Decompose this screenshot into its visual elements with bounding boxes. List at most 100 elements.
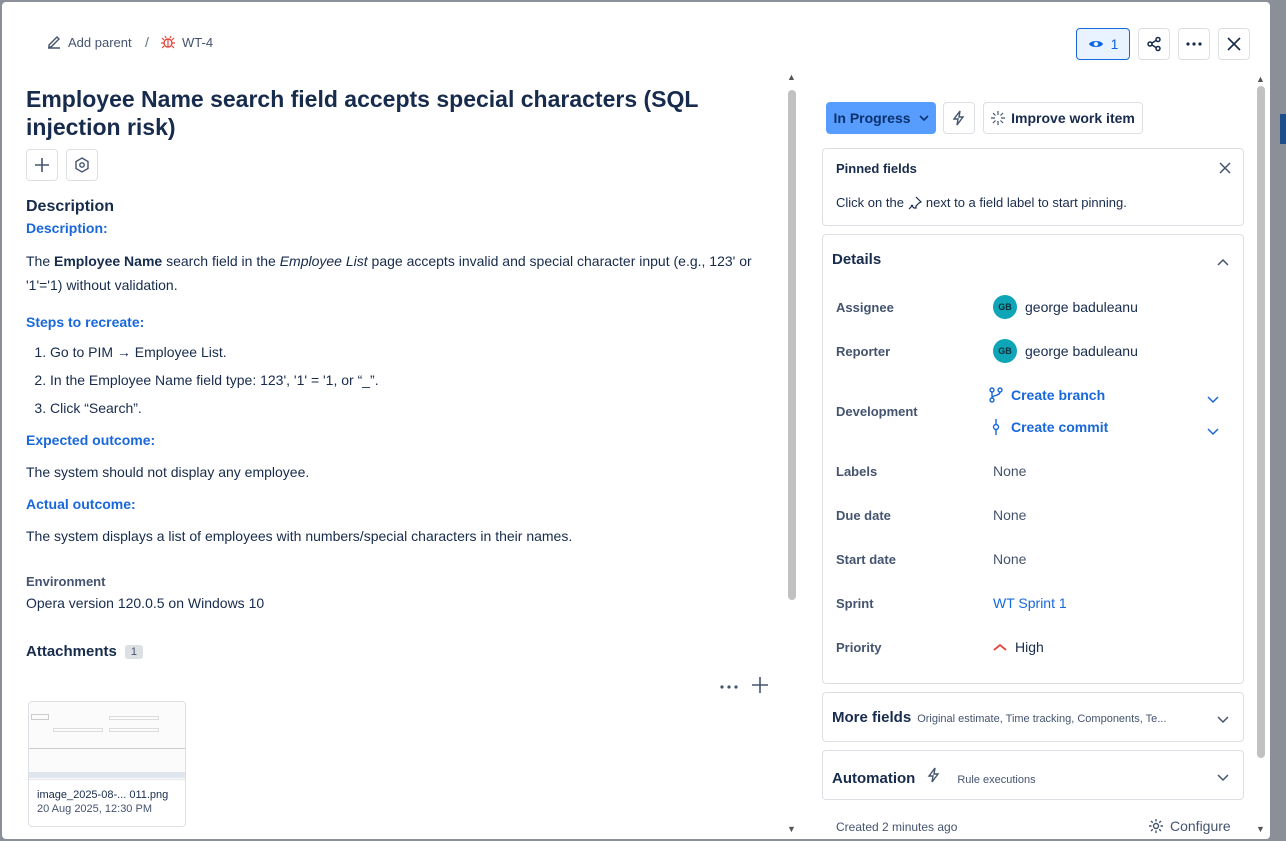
status-dropdown[interactable]: In Progress: [826, 102, 936, 134]
description-text: The Employee Name search field in the Em…: [26, 253, 752, 293]
more-fields-title: More fields Original estimate, Time trac…: [832, 709, 1167, 726]
commit-dropdown[interactable]: [1207, 423, 1219, 441]
scroll-up-arrow[interactable]: ▲: [787, 72, 796, 82]
reporter-label: Reporter: [836, 344, 891, 359]
attachments-more-button[interactable]: [720, 676, 738, 694]
apps-button[interactable]: [66, 149, 98, 181]
attachments-count: 1: [124, 644, 143, 659]
add-parent-label: Add parent: [68, 34, 132, 50]
improve-label: Improve work item: [1011, 110, 1135, 126]
attachments-label: Attachments: [26, 643, 117, 660]
environment-label: Environment: [26, 574, 106, 589]
issue-modal: Add parent / WT-4 1 Employee Name search…: [2, 2, 1270, 839]
automation-title: Automation Rule executions: [832, 767, 1036, 787]
actual-text: The system displays a list of employees …: [26, 528, 573, 544]
create-branch-link[interactable]: Create branch: [989, 387, 1105, 403]
step-item: Click “Search”.: [50, 394, 786, 422]
create-commit-link[interactable]: Create commit: [989, 419, 1108, 435]
chevron-down-icon: [1217, 774, 1229, 782]
pinned-close-button[interactable]: [1219, 161, 1231, 179]
steps-label: Steps to recreate:: [26, 314, 145, 330]
attachment-thumbnail: [29, 702, 185, 780]
pinned-hint: Click on the next to a field label to st…: [836, 195, 1127, 210]
breadcrumb-separator: /: [145, 34, 149, 50]
edit-icon: [48, 36, 60, 49]
more-icon: [1186, 42, 1202, 46]
attachments-add-button[interactable]: [752, 677, 768, 698]
watch-button[interactable]: 1: [1076, 28, 1130, 60]
more-fields-panel[interactable]: More fields Original estimate, Time trac…: [822, 692, 1244, 742]
steps-list: Go to PIM → Employee List. In the Employ…: [26, 338, 786, 422]
gear-icon: [1149, 819, 1163, 833]
priority-label: Priority: [836, 640, 882, 655]
add-parent-link[interactable]: Add parent: [46, 34, 132, 50]
actual-label: Actual outcome:: [26, 496, 136, 512]
details-panel: Details Assignee GB george baduleanu Rep…: [822, 234, 1244, 684]
commit-icon: [992, 419, 1000, 435]
pin-icon: [908, 196, 922, 209]
lightning-icon: [927, 767, 940, 783]
pinned-fields-panel: Pinned fields Click on the next to a fie…: [822, 148, 1244, 226]
share-button[interactable]: [1138, 28, 1170, 60]
plus-icon: [752, 677, 768, 693]
branch-icon: [989, 387, 1003, 403]
bug-icon: [161, 35, 175, 49]
description-heading: Description: [26, 198, 115, 215]
automation-panel[interactable]: Automation Rule executions: [822, 750, 1244, 800]
scroll-down-arrow[interactable]: ▼: [787, 824, 796, 834]
priority-high-icon: [993, 643, 1007, 651]
more-fields-expand[interactable]: [1217, 711, 1229, 729]
more-icon: [720, 685, 738, 689]
watch-count: 1: [1110, 36, 1119, 52]
assignee-value[interactable]: GB george baduleanu: [993, 295, 1138, 319]
issue-title[interactable]: Employee Name search field accepts speci…: [26, 85, 726, 141]
expected-text: The system should not display any employ…: [26, 464, 310, 480]
modal-header: Add parent / WT-4 1: [2, 2, 1270, 82]
chevron-down-icon: [1217, 716, 1229, 724]
attachment-filename: image_2025-08-... 011.png: [37, 789, 169, 801]
more-fields-summary: Original estimate, Time tracking, Compon…: [917, 713, 1167, 725]
close-icon: [1227, 37, 1241, 51]
automation-expand[interactable]: [1217, 769, 1229, 787]
avatar: GB: [993, 339, 1017, 363]
issue-key-link[interactable]: WT-4: [160, 34, 213, 50]
chevron-down-icon: [1207, 396, 1219, 404]
pinned-title: Pinned fields: [836, 161, 917, 176]
description-label: Description:: [26, 220, 108, 236]
lightning-icon: [953, 110, 965, 126]
details-title[interactable]: Details: [832, 251, 881, 268]
start-date-label: Start date: [836, 552, 896, 567]
due-date-label: Due date: [836, 508, 891, 523]
attachments-heading: Attachments 1: [26, 643, 786, 660]
priority-value[interactable]: High: [993, 639, 1044, 655]
attachment-card[interactable]: image_2025-08-... 011.png 20 Aug 2025, 1…: [28, 701, 186, 827]
chevron-down-icon: [918, 115, 929, 121]
description-body[interactable]: Description: The Employee Name search fi…: [26, 220, 786, 548]
sprint-label: Sprint: [836, 596, 874, 611]
automation-summary: Rule executions: [957, 774, 1036, 786]
hexagon-settings-icon: [75, 157, 89, 173]
status-label: In Progress: [833, 110, 911, 126]
more-actions-button[interactable]: [1178, 28, 1210, 60]
sparkle-icon: [991, 111, 1006, 125]
automation-button[interactable]: [943, 102, 975, 134]
chevron-up-icon: [1217, 258, 1229, 266]
plus-icon: [35, 158, 49, 172]
labels-label: Labels: [836, 464, 878, 479]
reporter-value[interactable]: GB george baduleanu: [993, 339, 1138, 363]
labels-value[interactable]: None: [993, 463, 1026, 479]
environment-value[interactable]: Opera version 120.0.5 on Windows 10: [26, 591, 786, 615]
sidebar-scrollbar[interactable]: ▲ ▼: [1254, 72, 1270, 839]
content-scrollbar[interactable]: [788, 90, 796, 600]
configure-button[interactable]: Configure: [1148, 818, 1231, 834]
due-date-value[interactable]: None: [993, 507, 1026, 523]
start-date-value[interactable]: None: [993, 551, 1026, 567]
add-button[interactable]: [26, 149, 58, 181]
branch-dropdown[interactable]: [1207, 391, 1219, 409]
close-button[interactable]: [1218, 28, 1250, 60]
details-collapse-button[interactable]: [1217, 253, 1229, 271]
issue-key: WT-4: [182, 34, 214, 50]
improve-work-item-button[interactable]: Improve work item: [983, 102, 1143, 134]
sprint-value[interactable]: WT Sprint 1: [993, 595, 1067, 611]
assignee-label: Assignee: [836, 300, 894, 315]
